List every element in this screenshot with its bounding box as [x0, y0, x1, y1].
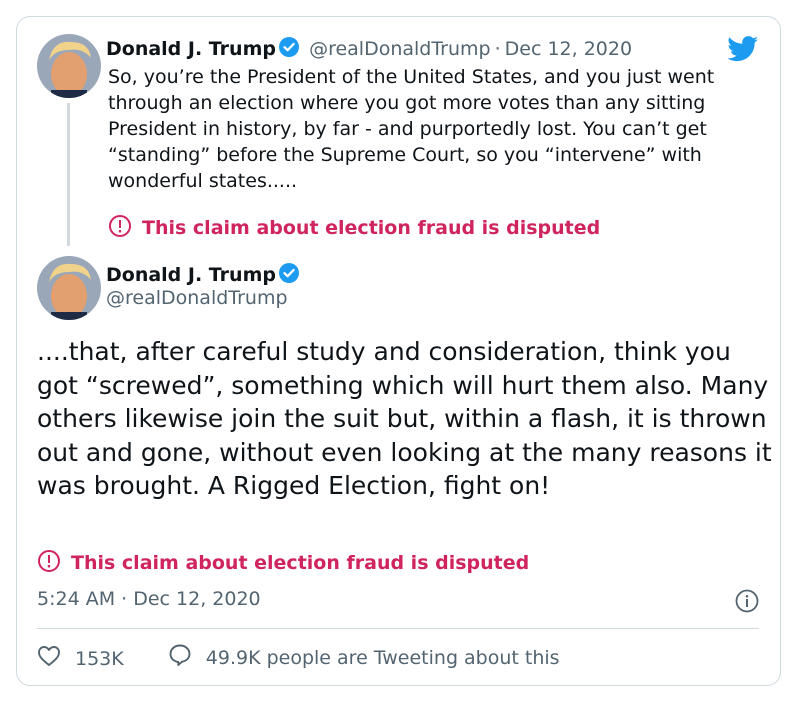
- like-count: 153K: [75, 647, 124, 670]
- author-avatar[interactable]: [37, 256, 101, 320]
- heart-icon: [37, 645, 75, 672]
- thread-connector-line: [67, 103, 70, 246]
- tweet1-text: So, you’re the President of the United S…: [108, 66, 715, 192]
- info-icon[interactable]: [735, 589, 759, 617]
- tweet-timestamp[interactable]: 5:24 AM · Dec 12, 2020: [37, 588, 261, 610]
- tweeting-count: 49.9K people are Tweeting about this: [205, 646, 560, 669]
- verified-badge-icon: [278, 262, 300, 288]
- speech-bubble-icon: [168, 643, 206, 672]
- author-handle[interactable]: @realDonaldTrump: [309, 38, 491, 60]
- tweet2-header: Donald J. Trump: [106, 262, 304, 288]
- author-name[interactable]: Donald J. Trump: [106, 264, 276, 286]
- like-stat[interactable]: 153K: [37, 645, 124, 672]
- disputed-label: This claim about election fraud is dispu…: [142, 217, 601, 239]
- exclamation-circle-icon: [108, 214, 132, 243]
- divider: [37, 628, 759, 629]
- tweet-date[interactable]: Dec 12, 2020: [505, 38, 632, 60]
- disputed-claim-link-2[interactable]: This claim about election fraud is dispu…: [37, 549, 529, 578]
- author-avatar[interactable]: [37, 34, 101, 98]
- disputed-label: This claim about election fraud is dispu…: [71, 552, 530, 574]
- tweet1-header: Donald J. Trump @realDonaldTrump · Dec 12,…: [106, 36, 632, 62]
- reply-stat[interactable]: 49.9K people are Tweeting about this: [168, 643, 560, 672]
- author-handle[interactable]: @realDonaldTrump: [106, 287, 288, 309]
- twitter-bird-icon[interactable]: [727, 36, 759, 66]
- disputed-claim-link-1[interactable]: This claim about election fraud is dispu…: [108, 214, 600, 243]
- tweet2-text: ....that, after careful study and consid…: [37, 337, 772, 500]
- separator-dot: ·: [494, 38, 501, 60]
- verified-badge-icon: [278, 36, 300, 62]
- engagement-stats: 153K 49.9K people are Tweeting about thi…: [37, 643, 560, 672]
- exclamation-circle-icon: [37, 549, 61, 578]
- author-name[interactable]: Donald J. Trump: [106, 38, 276, 60]
